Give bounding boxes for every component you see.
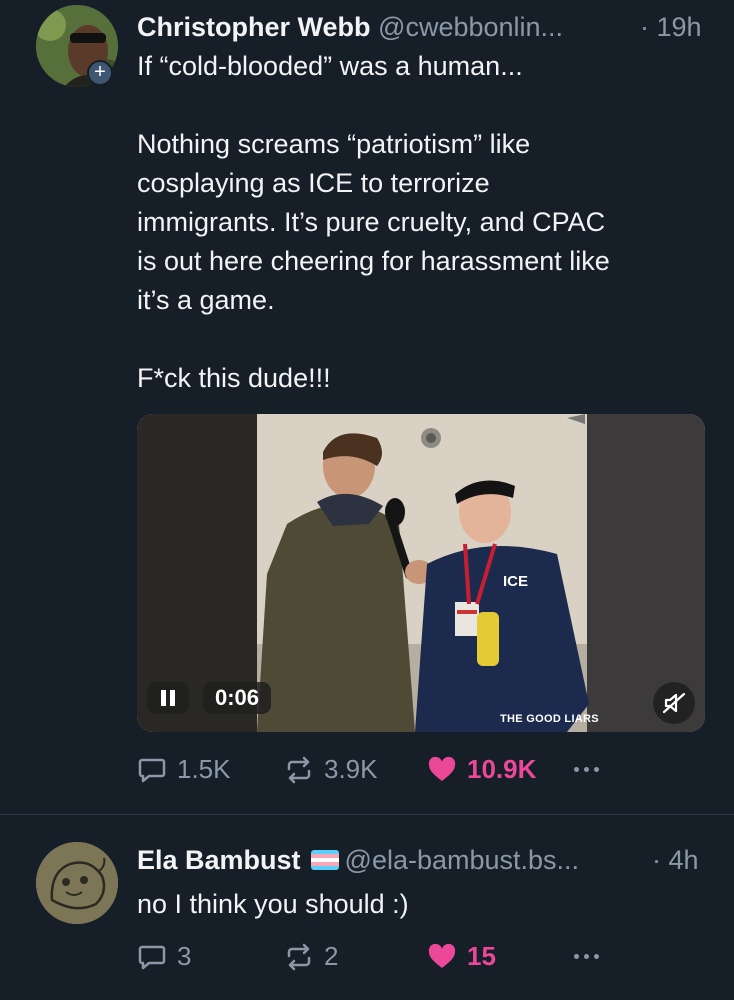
heart-filled-icon (428, 943, 456, 968)
reply-repost-count: 2 (324, 941, 339, 971)
jacket-text: ICE (503, 573, 528, 590)
more-dots-icon (574, 767, 579, 772)
reply-author-handle[interactable]: @ela-bambust.bs... (345, 845, 580, 875)
more-dots-icon (574, 954, 579, 959)
reply-reply-button[interactable]: 3 (137, 941, 191, 972)
post-text-line: Nothing screams “patriotism” like (137, 129, 531, 159)
reply-button[interactable]: 1.5K (137, 754, 231, 785)
repost-count: 3.9K (324, 754, 378, 784)
post-text-line (137, 320, 610, 359)
author-handle[interactable]: @cwebbonlin... (378, 12, 563, 42)
speaker-muted-icon (662, 692, 686, 714)
reply-like-button[interactable]: 15 (427, 941, 496, 972)
post-text-line: If “cold-blooded” was a human... (137, 51, 523, 81)
reply-like-count: 15 (467, 941, 496, 971)
pause-icon (161, 690, 166, 706)
reply-count: 1.5K (177, 754, 231, 784)
reply-icon (138, 758, 166, 782)
post-text: If “cold-blooded” was a human... Nothing… (137, 47, 610, 398)
post-text-line: F*ck this dude!!! (137, 363, 331, 393)
repost-icon (287, 756, 311, 783)
author-name[interactable]: Christopher Webb (137, 12, 371, 42)
video-timecode: 0:06 (203, 682, 272, 714)
post-divider (0, 814, 734, 815)
pause-button[interactable] (147, 682, 189, 714)
reply-more-options-button[interactable] (574, 954, 599, 959)
follow-button[interactable]: + (87, 60, 113, 86)
post-text-line: immigrants. It’s pure cruelty, and CPAC (137, 207, 606, 237)
reply-timestamp[interactable]: · 4h (652, 843, 699, 877)
more-options-button[interactable] (574, 767, 599, 772)
reply-icon (138, 945, 166, 969)
post-text-line (137, 86, 610, 125)
reply-author-avatar[interactable] (36, 842, 118, 924)
reply-text-line: no I think you should :) (137, 889, 409, 919)
reply-repost-button[interactable]: 2 (284, 941, 338, 972)
heart-filled-icon (428, 756, 456, 781)
like-count: 10.9K (467, 754, 537, 784)
post-text-line: cosplaying as ICE to terrorize (137, 168, 490, 198)
repost-icon (287, 943, 311, 970)
reply-author-name[interactable]: Ela Bambust (137, 845, 301, 875)
video-watermark: THE GOOD LIARS (500, 713, 599, 725)
post-timestamp[interactable]: · 19h (640, 10, 702, 44)
unmute-button[interactable] (653, 682, 695, 724)
trans-flag-icon (310, 850, 339, 870)
post-text-line: is out here cheering for harassment like (137, 246, 610, 276)
reply-header: Ela Bambust @ela-bambust.bs... (137, 843, 579, 877)
post-header: Christopher Webb @cwebbonlin... (137, 10, 563, 44)
like-button[interactable]: 10.9K (427, 754, 536, 785)
repost-button[interactable]: 3.9K (284, 754, 378, 785)
reply-text: no I think you should :) (137, 885, 409, 924)
reply-reply-count: 3 (177, 941, 192, 971)
post-text-line: it’s a game. (137, 285, 275, 315)
